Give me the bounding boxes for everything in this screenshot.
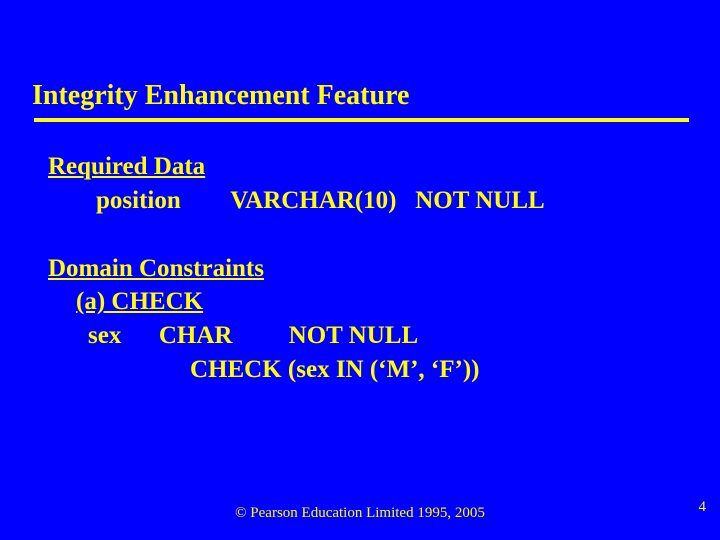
body-content: Required Data position VARCHAR(10) NOT N… [48, 150, 545, 387]
domain-constraints-subheading: (a) CHECK [48, 285, 545, 319]
blank-line [48, 218, 545, 252]
page-number: 4 [699, 499, 707, 516]
domain-constraints-row-1: sex CHAR NOT NULL [48, 319, 545, 353]
domain-constraints-row-2: CHECK (sex IN (‘M’, ‘F’)) [48, 353, 545, 387]
copyright-footer: © Pearson Education Limited 1995, 2005 [0, 505, 720, 522]
page-title: Integrity Enhancement Feature [32, 80, 409, 112]
section-required-data-heading: Required Data [48, 153, 205, 180]
required-data-row: position VARCHAR(10) NOT NULL [48, 184, 545, 218]
section-domain-constraints-heading: Domain Constraints [48, 255, 264, 282]
title-underline [34, 118, 689, 122]
slide: Integrity Enhancement Feature Required D… [0, 0, 720, 540]
